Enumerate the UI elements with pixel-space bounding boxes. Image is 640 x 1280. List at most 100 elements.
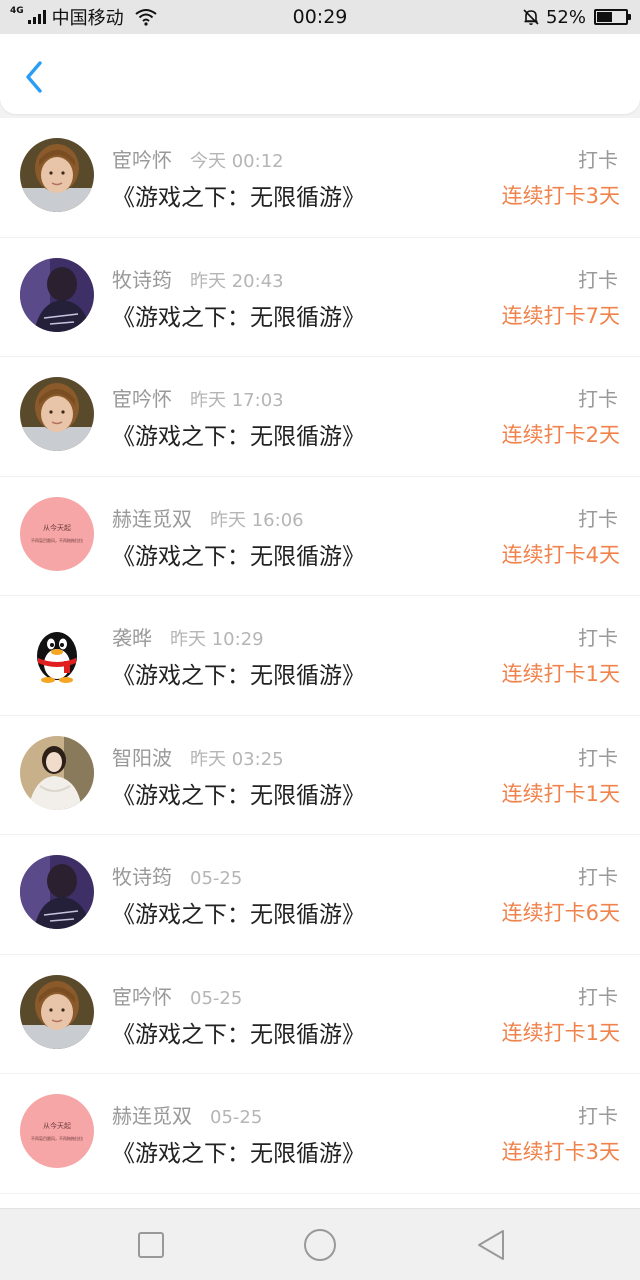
user-name[interactable]: 宦吟怀 <box>112 387 172 411</box>
recent-apps-icon <box>138 1232 164 1258</box>
post-time: 今天 00:12 <box>190 151 284 172</box>
chevron-left-icon <box>26 61 42 93</box>
avatar-quote-line2: 不再盲目跟风，不再拖拖拉拉 <box>31 1135 83 1141</box>
avatar[interactable] <box>20 616 94 690</box>
checkin-list-item[interactable]: 袭晔 昨天 10:29 《游戏之下：无限循游》 打卡 连续打卡1天 <box>0 596 640 716</box>
post-time: 昨天 03:25 <box>190 748 284 770</box>
streak-count: 连续打卡3天 <box>501 184 620 208</box>
recent-apps-button[interactable] <box>133 1227 169 1263</box>
status-bar-right: 52% <box>522 0 631 34</box>
user-name[interactable]: 牧诗筠 <box>112 865 172 889</box>
streak-count: 连续打卡2天 <box>501 423 620 447</box>
checkin-label: 打卡 <box>578 984 618 1009</box>
user-name[interactable]: 牧诗筠 <box>112 268 172 292</box>
avatar[interactable] <box>20 974 94 1049</box>
book-title[interactable]: 《游戏之下：无限循游》 <box>112 1015 365 1049</box>
book-title[interactable]: 《游戏之下：无限循游》 <box>112 776 365 810</box>
streak-count: 连续打卡6天 <box>501 901 620 925</box>
user-name[interactable]: 袭晔 <box>112 626 152 650</box>
system-back-button[interactable] <box>473 1227 509 1263</box>
book-title[interactable]: 《游戏之下：无限循游》 <box>112 1134 365 1168</box>
user-name-line: 袭晔 昨天 10:29 <box>112 622 264 651</box>
user-name[interactable]: 宦吟怀 <box>112 985 172 1009</box>
avatar-quote-line2: 不再盲目跟风，不再拖拖拉拉 <box>31 538 83 543</box>
user-name-line: 赫连觅双 05-25 <box>112 1100 262 1129</box>
user-name-line: 宦吟怀 今天 00:12 <box>112 144 284 173</box>
avatar[interactable] <box>20 257 94 332</box>
user-name-line: 智阳波 昨天 03:25 <box>112 742 284 771</box>
checkin-list-item[interactable]: 从今天起 不再盲目跟风，不再拖拖拉拉 赫连觅双 05-25 《游戏之下：无限循游》 打卡连… <box>0 1074 640 1194</box>
battery-percent: 52% <box>545 6 586 28</box>
checkin-label: 打卡 <box>578 626 618 650</box>
checkin-list-item[interactable]: 宦吟怀 今天 00:12 《游戏之下：无限循游》 打卡连续打卡3天 <box>0 118 640 238</box>
avatar-qq-penguin <box>20 616 94 690</box>
home-button[interactable] <box>302 1227 338 1263</box>
avatar-photo-dark <box>20 855 94 929</box>
checkin-label: 打卡 <box>578 1104 618 1128</box>
user-name-line: 宦吟怀 05-25 <box>112 981 242 1010</box>
row-separator <box>0 1192 640 1194</box>
battery-icon <box>594 9 631 25</box>
user-name-line: 赫连觅双 昨天 16:06 <box>112 503 304 532</box>
avatar-quote-line1: 从今天起 <box>43 524 71 532</box>
status-bar: 4G 中国移动 00:29 52% <box>0 0 640 34</box>
user-name[interactable]: 宦吟怀 <box>112 148 172 172</box>
user-name-line: 宦吟怀 昨天 17:03 <box>112 383 284 412</box>
book-title[interactable]: 《游戏之下：无限循游》 <box>112 537 365 571</box>
avatar-pink-quote: 从今天起不再盲目跟风，不再拖拖拉拉 <box>20 496 94 571</box>
system-nav-bar <box>0 1208 640 1280</box>
avatar-pink-quote: 从今天起不再盲目跟风，不再拖拖拉拉 <box>20 1094 94 1168</box>
checkin-label: 打卡 <box>578 267 618 292</box>
book-title[interactable]: 《游戏之下：无限循游》 <box>112 656 365 690</box>
book-title[interactable]: 《游戏之下：无限循游》 <box>112 895 365 929</box>
checkin-list-item[interactable]: 牧诗筠 昨天 20:43 《游戏之下：无限循游》 打卡连续打卡7天 <box>0 238 640 357</box>
checkin-label: 打卡 <box>578 148 618 172</box>
avatar-photo-boy <box>20 377 94 451</box>
avatar[interactable] <box>20 377 94 451</box>
avatar-photo-boy <box>20 138 94 212</box>
post-time: 昨天 16:06 <box>210 509 304 531</box>
avatar-photo-dark <box>20 257 94 332</box>
post-time: 昨天 10:29 <box>170 629 264 650</box>
checkin-list-item[interactable]: 从今天起 不再盲目跟风，不再拖拖拉拉 赫连觅双 昨天 16:06 《游戏之下：无限循游》… <box>0 477 640 596</box>
user-name[interactable]: 赫连觅双 <box>112 507 192 531</box>
post-time: 昨天 20:43 <box>190 270 284 292</box>
checkin-label: 打卡 <box>578 387 618 411</box>
avatar[interactable] <box>20 138 94 212</box>
back-icon <box>478 1230 504 1260</box>
checkin-list-item[interactable]: 牧诗筠 05-25 《游戏之下：无限循游》 打卡连续打卡6天 <box>0 835 640 955</box>
home-icon <box>304 1229 336 1261</box>
book-title[interactable]: 《游戏之下：无限循游》 <box>112 417 365 451</box>
avatar-photo-boy <box>20 974 94 1049</box>
battery-level <box>597 12 612 22</box>
avatar[interactable]: 从今天起不再盲目跟风，不再拖拖拉拉 <box>20 1094 94 1168</box>
streak-count: 连续打卡4天 <box>501 542 620 567</box>
post-time: 05-25 <box>210 1107 263 1128</box>
avatar[interactable] <box>20 855 94 929</box>
user-name-line: 牧诗筠 05-25 <box>112 861 242 890</box>
streak-count: 连续打卡3天 <box>501 1140 620 1164</box>
streak-count: 连续打卡7天 <box>501 303 620 328</box>
book-title[interactable]: 《游戏之下：无限循游》 <box>112 298 365 332</box>
checkin-label: 打卡 <box>578 865 618 889</box>
post-time: 昨天 17:03 <box>190 390 284 411</box>
post-time: 05-25 <box>190 987 243 1009</box>
user-name[interactable]: 赫连觅双 <box>112 1104 192 1128</box>
checkin-list-item[interactable]: 智阳波 昨天 03:25 《游戏之下：无限循游》 打卡 连续打卡1天 <box>0 716 640 835</box>
checkin-list: 宦吟怀 今天 00:12 《游戏之下：无限循游》 打卡 连续打卡3天 牧诗筠 昨天 20:4… <box>0 118 640 1208</box>
checkin-list-item[interactable]: 宦吟怀 昨天 17:03 《游戏之下：无限循游》 打卡连续打卡2天 <box>0 357 640 477</box>
avatar[interactable]: 从今天起不再盲目跟风，不再拖拖拉拉 <box>20 496 94 571</box>
user-name[interactable]: 智阳波 <box>112 746 172 770</box>
avatar-photo-girl <box>20 735 94 810</box>
book-title[interactable]: 《游戏之下：无限循游》 <box>112 178 365 212</box>
avatar[interactable] <box>20 735 94 810</box>
checkin-label: 打卡 <box>578 745 618 770</box>
back-button[interactable] <box>20 60 50 94</box>
mute-bell-icon <box>523 9 539 25</box>
user-name-line: 牧诗筠 昨天 20:43 <box>112 264 284 293</box>
checkin-list-item[interactable]: 宦吟怀 05-25 《游戏之下：无限循游》 打卡连续打卡1天 <box>0 955 640 1074</box>
checkin-label: 打卡 <box>578 506 618 531</box>
header-bar <box>0 34 640 114</box>
streak-count: 连续打卡1天 <box>501 1020 620 1045</box>
avatar-quote-line1: 从今天起 <box>43 1121 71 1130</box>
